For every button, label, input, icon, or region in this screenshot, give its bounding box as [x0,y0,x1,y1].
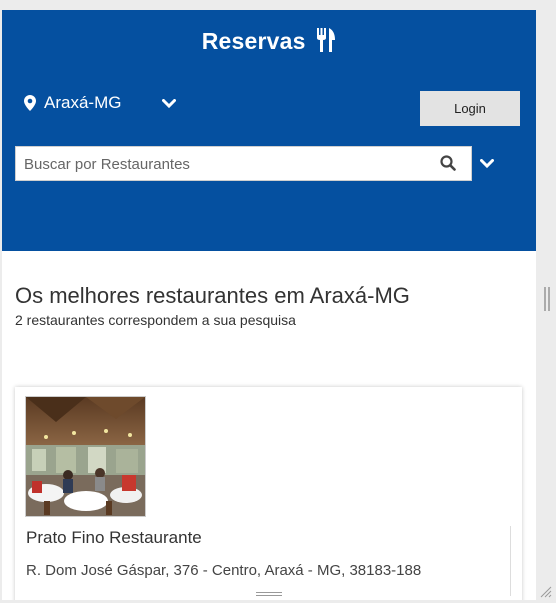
filter-chevron-down-icon[interactable] [480,156,494,174]
window-resize-corner-icon[interactable] [538,584,552,603]
brand-logo[interactable]: Reservas [2,28,536,58]
map-marker-icon [24,95,36,111]
card-divider [510,526,511,596]
chevron-down-icon[interactable] [162,96,176,114]
app-frame: Reservas Araxá-MG Login Buscar por Resta… [2,10,536,600]
header: Reservas Araxá-MG Login Buscar por Resta… [2,10,536,251]
restaurant-card[interactable]: Prato Fino Restaurante R. Dom José Gáspa… [15,387,522,600]
location-selector[interactable]: Araxá-MG [24,93,121,113]
scrollbar-grip[interactable] [544,287,550,311]
utensils-icon [316,28,336,58]
page-title: Os melhores restaurantes em Araxá-MG [15,283,410,308]
login-button[interactable]: Login [420,91,520,126]
brand-title: Reservas [201,28,306,54]
restaurant-name[interactable]: Prato Fino Restaurante [26,528,202,548]
restaurant-photo[interactable] [25,396,146,517]
restaurant-address: R. Dom José Gáspar, 376 - Centro, Araxá … [26,562,422,579]
search-input[interactable] [22,147,426,182]
search-icon[interactable] [440,155,456,176]
resize-handle[interactable] [256,592,282,598]
search-bar [15,146,472,182]
location-label: Araxá-MG [44,93,122,112]
results-count: 2 restaurantes correspondem a sua pesqui… [15,312,296,328]
